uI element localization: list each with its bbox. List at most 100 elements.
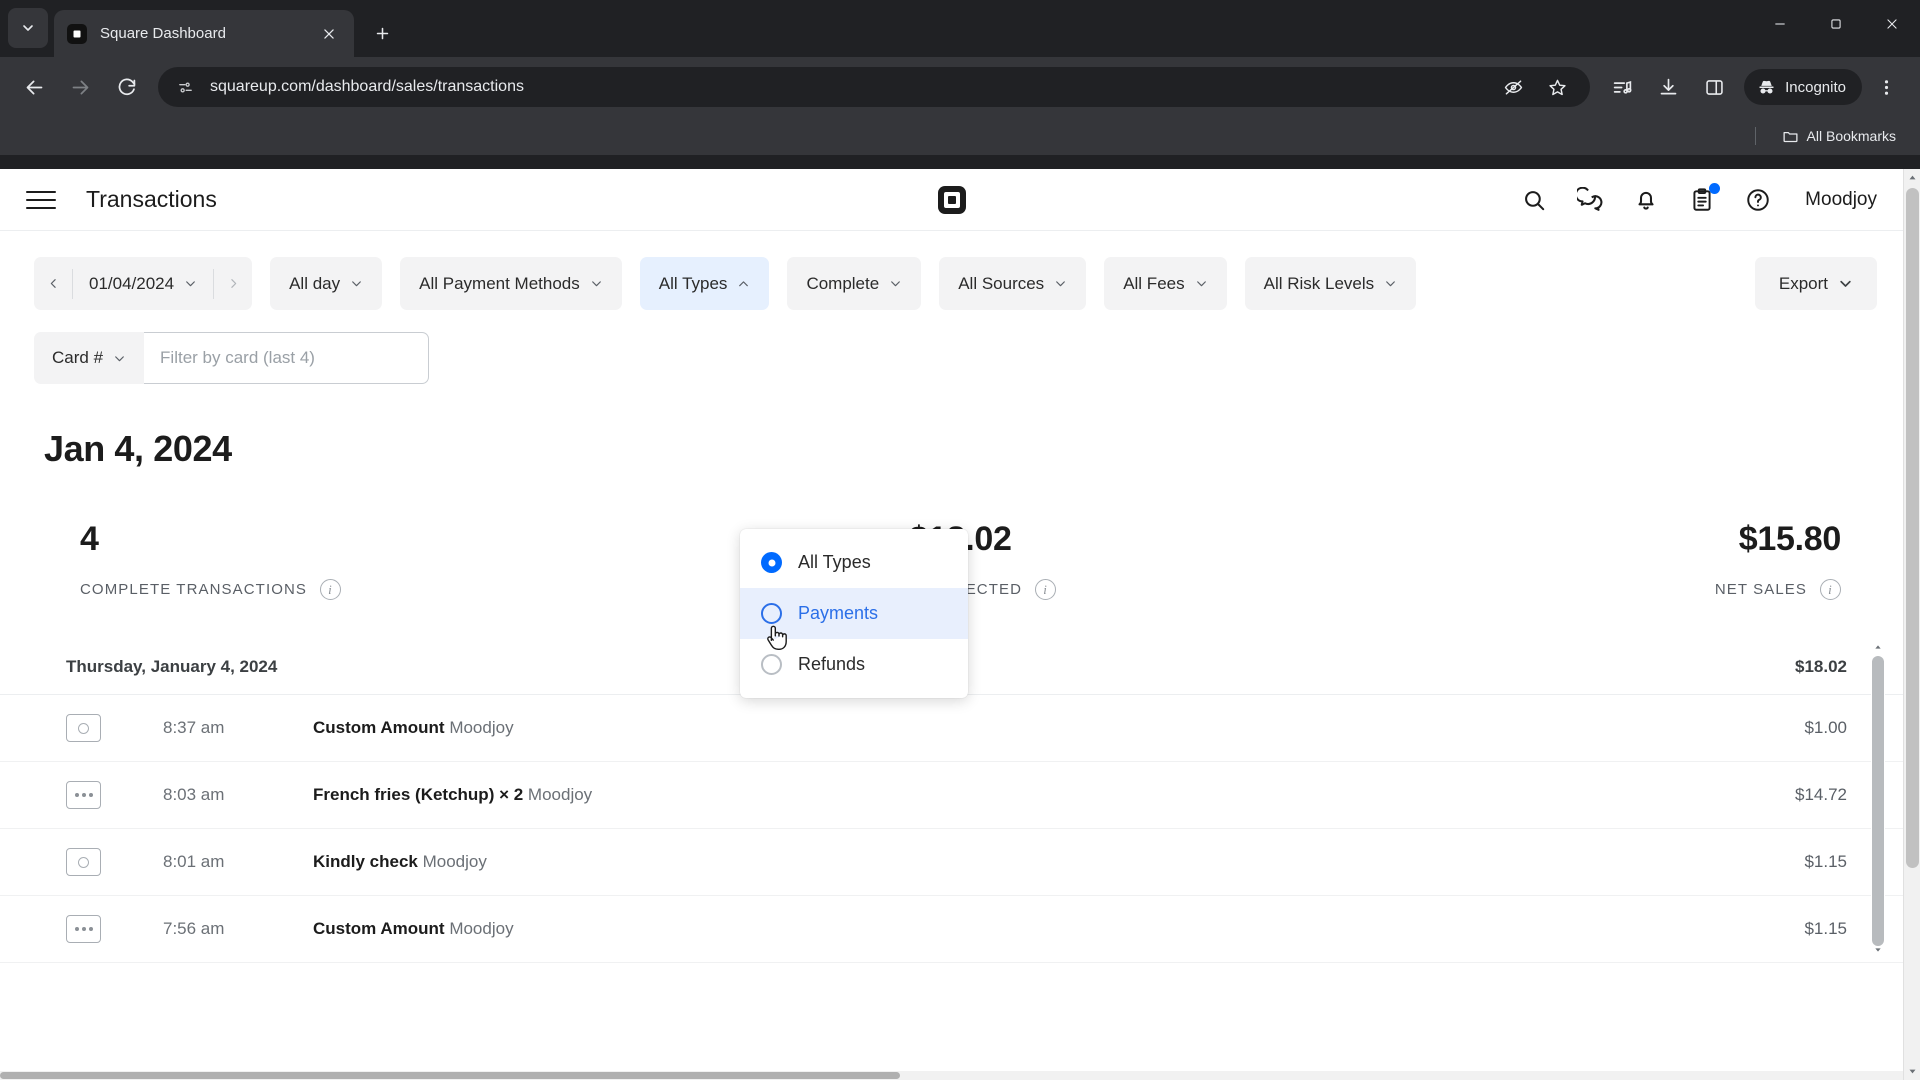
stat-net-sales: $15.80 NET SALES i	[1254, 520, 1903, 600]
chevron-down-icon	[186, 281, 195, 287]
table-row[interactable]: 7:56 am Custom Amount Moodjoy $1.15	[0, 896, 1903, 963]
back-button[interactable]	[12, 65, 56, 109]
table-row[interactable]: 8:01 am Kindly check Moodjoy $1.15	[0, 829, 1903, 896]
caret-down-icon	[1909, 1069, 1916, 1074]
page-content: Transactions Moodjoy 01/04/2024 All day …	[0, 169, 1920, 1080]
all-types-dropdown-menu: All Types Payments Refunds	[740, 529, 968, 698]
chevron-down-icon	[1840, 280, 1851, 287]
transaction-amount: $1.15	[1804, 919, 1847, 938]
tracking-protection-button[interactable]	[1496, 70, 1530, 104]
scrollbar-thumb[interactable]	[1906, 188, 1919, 868]
filter-chip-all-risk-levels[interactable]: All Risk Levels	[1244, 257, 1417, 310]
table-row[interactable]: 8:37 am Custom Amount Moodjoy $1.00	[0, 695, 1903, 762]
hamburger-menu-icon[interactable]	[26, 183, 60, 217]
close-icon[interactable]	[316, 21, 342, 47]
page-scroll-up-arrow[interactable]	[1904, 169, 1920, 186]
notifications-bell-icon[interactable]	[1631, 185, 1661, 215]
incognito-label: Incognito	[1785, 78, 1846, 96]
search-icon[interactable]	[1519, 185, 1549, 215]
transaction-time: 7:56 am	[163, 919, 225, 938]
filter-chip-all-day[interactable]: All day	[270, 257, 383, 310]
bookmark-button[interactable]	[1540, 70, 1574, 104]
info-icon[interactable]: i	[1035, 579, 1057, 600]
tab-search-button[interactable]	[8, 8, 48, 48]
browser-menu-button[interactable]	[1864, 65, 1908, 109]
minimize-button[interactable]	[1752, 0, 1808, 48]
help-circle-icon[interactable]	[1743, 185, 1773, 215]
transaction-time: 8:01 am	[163, 852, 225, 871]
radio-button[interactable]	[761, 603, 782, 624]
page-vertical-scrollbar[interactable]	[1903, 169, 1920, 1080]
new-tab-button[interactable]	[364, 15, 400, 51]
dropdown-option-all-types[interactable]: All Types	[740, 537, 968, 588]
dropdown-option-payments[interactable]: Payments	[740, 588, 968, 639]
media-list-icon	[1613, 80, 1632, 94]
filter-chip-complete[interactable]: Complete	[787, 257, 922, 310]
status-badge	[1709, 182, 1721, 194]
card-filter-input[interactable]	[144, 332, 430, 384]
clipboard-tasks-icon[interactable]	[1687, 182, 1721, 215]
close-window-button[interactable]	[1864, 0, 1920, 48]
card-number-select[interactable]: Card #	[34, 332, 145, 384]
filter-chip-all-sources[interactable]: All Sources	[939, 257, 1087, 310]
scroll-down-arrow[interactable]	[1871, 943, 1885, 957]
page-info-icon[interactable]	[174, 76, 196, 98]
previous-date-button[interactable]	[34, 257, 72, 310]
reload-button[interactable]	[104, 65, 148, 109]
browser-toolbar: squareup.com/dashboard/sales/transaction…	[0, 57, 1920, 117]
export-button[interactable]: Export	[1754, 257, 1877, 310]
transaction-description: Custom Amount Moodjoy	[313, 919, 514, 939]
info-icon[interactable]: i	[1820, 579, 1841, 600]
chevron-down-icon	[891, 281, 901, 287]
group-total-amount: $18.02	[1795, 657, 1847, 676]
scrollbar-thumb[interactable]	[1872, 656, 1884, 946]
incognito-indicator[interactable]: Incognito	[1744, 69, 1862, 105]
chip-label: All day	[289, 273, 341, 293]
downloads-button[interactable]	[1646, 65, 1690, 109]
filter-chip-all-fees[interactable]: All Fees	[1104, 257, 1227, 310]
forward-arrow-icon	[72, 80, 88, 94]
filter-chip-all-types[interactable]: All Types	[639, 257, 770, 310]
page-scroll-down-arrow[interactable]	[1904, 1063, 1920, 1080]
card-select-label: Card #	[52, 348, 104, 367]
chevron-down-icon	[1056, 281, 1066, 287]
caret-up-icon	[1875, 645, 1881, 649]
filter-bar: 01/04/2024 All day All Payment Methods A…	[0, 231, 1903, 310]
chevron-right-icon	[230, 279, 236, 288]
radio-button[interactable]	[761, 654, 782, 675]
browser-window: Square Dashboard squareup.com/dashboard/…	[0, 0, 1920, 1080]
dropdown-option-label: Refunds	[798, 654, 866, 674]
transactions-scrollbar[interactable]	[1871, 640, 1885, 957]
radio-button-selected[interactable]	[761, 552, 782, 573]
date-value: 01/04/2024	[89, 273, 175, 293]
messages-icon[interactable]	[1575, 185, 1605, 215]
dropdown-option-refunds[interactable]: Refunds	[740, 639, 968, 690]
chevron-down-icon	[115, 355, 124, 361]
media-button[interactable]	[1600, 65, 1644, 109]
filter-chip-payment-methods[interactable]: All Payment Methods	[400, 257, 622, 310]
scroll-up-arrow[interactable]	[1871, 640, 1885, 654]
transaction-source: Moodjoy	[422, 852, 487, 871]
date-select[interactable]: 01/04/2024	[73, 257, 213, 310]
address-bar[interactable]: squareup.com/dashboard/sales/transaction…	[158, 67, 1591, 107]
info-icon[interactable]: i	[320, 579, 342, 600]
stat-label: NET SALES	[1714, 581, 1807, 598]
scrollbar-thumb[interactable]	[0, 1072, 900, 1079]
square-logo-icon	[937, 185, 966, 214]
app-header: Transactions Moodjoy	[0, 169, 1903, 231]
table-row[interactable]: 8:03 am French fries (Ketchup) × 2 Moodj…	[0, 762, 1903, 829]
transaction-description: Kindly check Moodjoy	[313, 852, 487, 872]
maximize-button[interactable]	[1808, 0, 1864, 48]
next-date-button[interactable]	[214, 257, 252, 310]
page-horizontal-scrollbar[interactable]	[0, 1071, 1903, 1080]
reload-icon	[118, 78, 135, 95]
transaction-item-name: Kindly check	[313, 852, 418, 871]
all-bookmarks-button[interactable]: All Bookmarks	[1774, 124, 1904, 149]
window-controls	[1752, 0, 1920, 48]
browser-tab[interactable]: Square Dashboard	[54, 10, 354, 57]
eye-off-icon	[1504, 79, 1522, 95]
side-panel-button[interactable]	[1692, 65, 1736, 109]
export-label: Export	[1778, 273, 1828, 293]
user-account-name[interactable]: Moodjoy	[1805, 189, 1877, 211]
forward-button[interactable]	[58, 65, 102, 109]
